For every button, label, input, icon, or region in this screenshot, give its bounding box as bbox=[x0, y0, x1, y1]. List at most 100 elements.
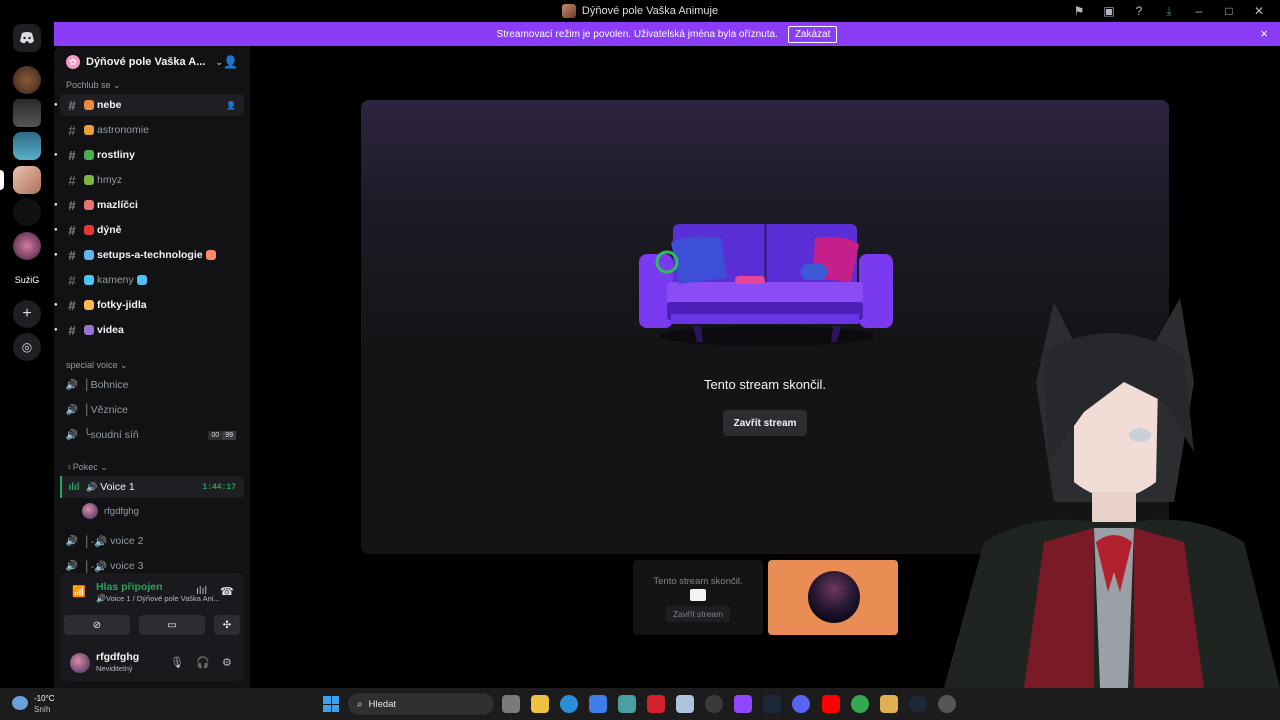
server-avatar-1[interactable] bbox=[13, 66, 41, 94]
server-avatar-2[interactable] bbox=[13, 99, 41, 127]
category-pokec[interactable]: ♀Pokec ⌄ bbox=[66, 462, 108, 473]
voice-channel-soudni-sin[interactable]: 🔊 ╰soudní síň 00 99 bbox=[60, 424, 244, 446]
twitch-icon[interactable] bbox=[734, 695, 752, 713]
speaker-icon: 🔊 bbox=[65, 560, 79, 572]
category-special-voice[interactable]: special voice ⌄ bbox=[66, 360, 128, 371]
invite-people-icon[interactable]: 👤 bbox=[223, 55, 238, 69]
voice-channel-bohnice[interactable]: 🔊 │Bohnice bbox=[60, 374, 244, 396]
server-folder-label[interactable]: SužiG bbox=[13, 266, 41, 294]
channel-astronomie[interactable]: # astronomie bbox=[60, 119, 244, 141]
server-avatar-4[interactable] bbox=[13, 198, 41, 226]
voice-member[interactable]: rfgdfghg bbox=[82, 500, 242, 522]
app-icon[interactable] bbox=[618, 695, 636, 713]
taskbar-search[interactable]: ⌕ Hledat bbox=[348, 693, 494, 715]
activities-button[interactable]: ✣ bbox=[214, 615, 240, 635]
close-stream-button[interactable]: Zavřít stream bbox=[723, 410, 807, 436]
close-window-icon[interactable]: ✕ bbox=[1244, 4, 1274, 18]
disable-streamer-mode-button[interactable]: Zakázat bbox=[787, 25, 838, 43]
maximize-icon[interactable]: □ bbox=[1214, 4, 1244, 18]
server-avatar-5[interactable] bbox=[13, 232, 41, 260]
pumpkin-emoji-icon bbox=[84, 225, 94, 235]
inbox-flag-icon[interactable]: ⚑ bbox=[1064, 4, 1094, 18]
screen-share-button[interactable]: ▭ bbox=[139, 615, 205, 635]
monitor-icon bbox=[690, 589, 706, 601]
windows-start-icon[interactable] bbox=[323, 696, 339, 712]
channel-hmyz[interactable]: # hmyz bbox=[60, 169, 244, 191]
app-icon[interactable] bbox=[705, 695, 723, 713]
channel-videa[interactable]: ● # videa bbox=[54, 319, 244, 341]
camera-off-button[interactable]: ⊘ bbox=[64, 615, 130, 635]
window-titlebar: Dýňové pole Vaška Animuje ⚑ ▣ ? ⤓ – □ ✕ bbox=[0, 0, 1280, 22]
channel-name: hmyz bbox=[97, 174, 123, 186]
channel-kameny[interactable]: # kameny bbox=[60, 269, 244, 291]
gear-icon[interactable]: ⚙ bbox=[222, 656, 232, 669]
voice-channel-veznice[interactable]: 🔊 │Věznice bbox=[60, 399, 244, 421]
chrome-icon[interactable] bbox=[851, 695, 869, 713]
add-server-icon[interactable]: + bbox=[13, 300, 41, 328]
store-icon[interactable] bbox=[589, 695, 607, 713]
user-avatar[interactable] bbox=[70, 653, 90, 673]
user-panel: rfgdfghg Neviditelný 🎙 🎧 ⚙ bbox=[60, 643, 244, 681]
voice-channel-voice-1[interactable]: ılıl 🔊 Voice 1 1:44:17 bbox=[60, 476, 244, 498]
windows-taskbar: -10°C Sníh ⌕ Hledat bbox=[0, 688, 1280, 720]
discord-icon[interactable] bbox=[792, 695, 810, 713]
app-icon[interactable] bbox=[880, 695, 898, 713]
server-avatar-current[interactable] bbox=[13, 166, 41, 194]
text-channel-icon: # bbox=[68, 147, 76, 163]
pet-emoji-icon bbox=[84, 200, 94, 210]
voice-activity-icon: ılıl bbox=[68, 481, 80, 493]
tile-close-stream-button[interactable]: Zavřít stream bbox=[666, 606, 730, 622]
participant-tile[interactable] bbox=[768, 560, 898, 635]
channel-dyne[interactable]: ● # dýně bbox=[54, 219, 244, 241]
voice-channel-voice-2[interactable]: 🔊 │-🔊 voice 2 bbox=[60, 530, 244, 552]
food-emoji-icon bbox=[84, 300, 94, 310]
channel-setups-a-technologie[interactable]: ● # setups-a-technologie bbox=[54, 244, 244, 266]
category-pochlub-se[interactable]: Pochlub se ⌄ bbox=[66, 80, 121, 91]
channel-name: dýně bbox=[97, 224, 122, 236]
discord-home-icon[interactable] bbox=[13, 24, 41, 52]
app-icon[interactable] bbox=[938, 695, 956, 713]
youtube-icon[interactable] bbox=[822, 695, 840, 713]
sunset-emoji-icon bbox=[84, 100, 94, 110]
screen-share-icon: ▭ bbox=[167, 619, 177, 631]
speaker-icon: 🔊 bbox=[65, 379, 79, 391]
speaker-icon: 🔊 bbox=[96, 594, 106, 603]
server-header[interactable]: ✿ Dýňové pole Vaška A... ⌄ 👤 bbox=[54, 46, 250, 78]
headphones-icon[interactable]: 🎧 bbox=[196, 656, 210, 669]
steam-icon[interactable] bbox=[763, 695, 781, 713]
noise-suppression-icon[interactable]: ılıl bbox=[196, 585, 207, 597]
channel-rostliny[interactable]: ● # rostliny bbox=[54, 144, 244, 166]
user-status: Neviditelný bbox=[96, 664, 133, 673]
connection-signal-icon[interactable]: 📶 bbox=[72, 585, 88, 601]
unread-indicator: ● bbox=[54, 152, 58, 158]
text-channel-icon: # bbox=[68, 272, 76, 288]
text-channel-icon: # bbox=[68, 97, 76, 113]
minimize-icon[interactable]: – bbox=[1184, 4, 1214, 18]
server-avatar-3[interactable] bbox=[13, 132, 41, 160]
invite-member-icon[interactable]: 👤 bbox=[226, 101, 236, 110]
channel-mazlicci[interactable]: ● # mazlíčci bbox=[54, 194, 244, 216]
edge-icon[interactable] bbox=[560, 695, 578, 713]
app-icon[interactable] bbox=[676, 695, 694, 713]
channel-fotky-jidla[interactable]: ● # fotky-jidla bbox=[54, 294, 244, 316]
help-icon[interactable]: ? bbox=[1124, 4, 1154, 18]
participant-avatar bbox=[808, 571, 860, 623]
channel-nebe[interactable]: ● # nebe 👤 bbox=[54, 94, 244, 116]
stream-tile-ended[interactable]: Tento stream skončil. Zavřít stream bbox=[633, 560, 763, 635]
task-view-icon[interactable] bbox=[502, 695, 520, 713]
server-name: Dýňové pole Vaška A... bbox=[86, 56, 206, 68]
download-icon[interactable]: ⤓ bbox=[1154, 4, 1184, 19]
disconnect-icon[interactable]: ☎ bbox=[220, 585, 234, 598]
voice-status[interactable]: Hlas připojen bbox=[96, 581, 163, 593]
username[interactable]: rfgdfghg bbox=[96, 651, 139, 663]
discover-compass-icon[interactable]: ◎ bbox=[13, 333, 41, 361]
unread-indicator: ● bbox=[54, 202, 58, 208]
camera-off-icon: ⊘ bbox=[92, 619, 102, 631]
close-banner-icon[interactable]: × bbox=[1260, 26, 1268, 41]
file-explorer-icon[interactable] bbox=[531, 695, 549, 713]
server-boost-icon: ✿ bbox=[66, 55, 80, 69]
microphone-icon[interactable]: 🎙 bbox=[170, 656, 184, 669]
app-icon[interactable] bbox=[647, 695, 665, 713]
steam-icon[interactable] bbox=[909, 695, 927, 713]
screen-share-icon[interactable]: ▣ bbox=[1094, 4, 1124, 18]
